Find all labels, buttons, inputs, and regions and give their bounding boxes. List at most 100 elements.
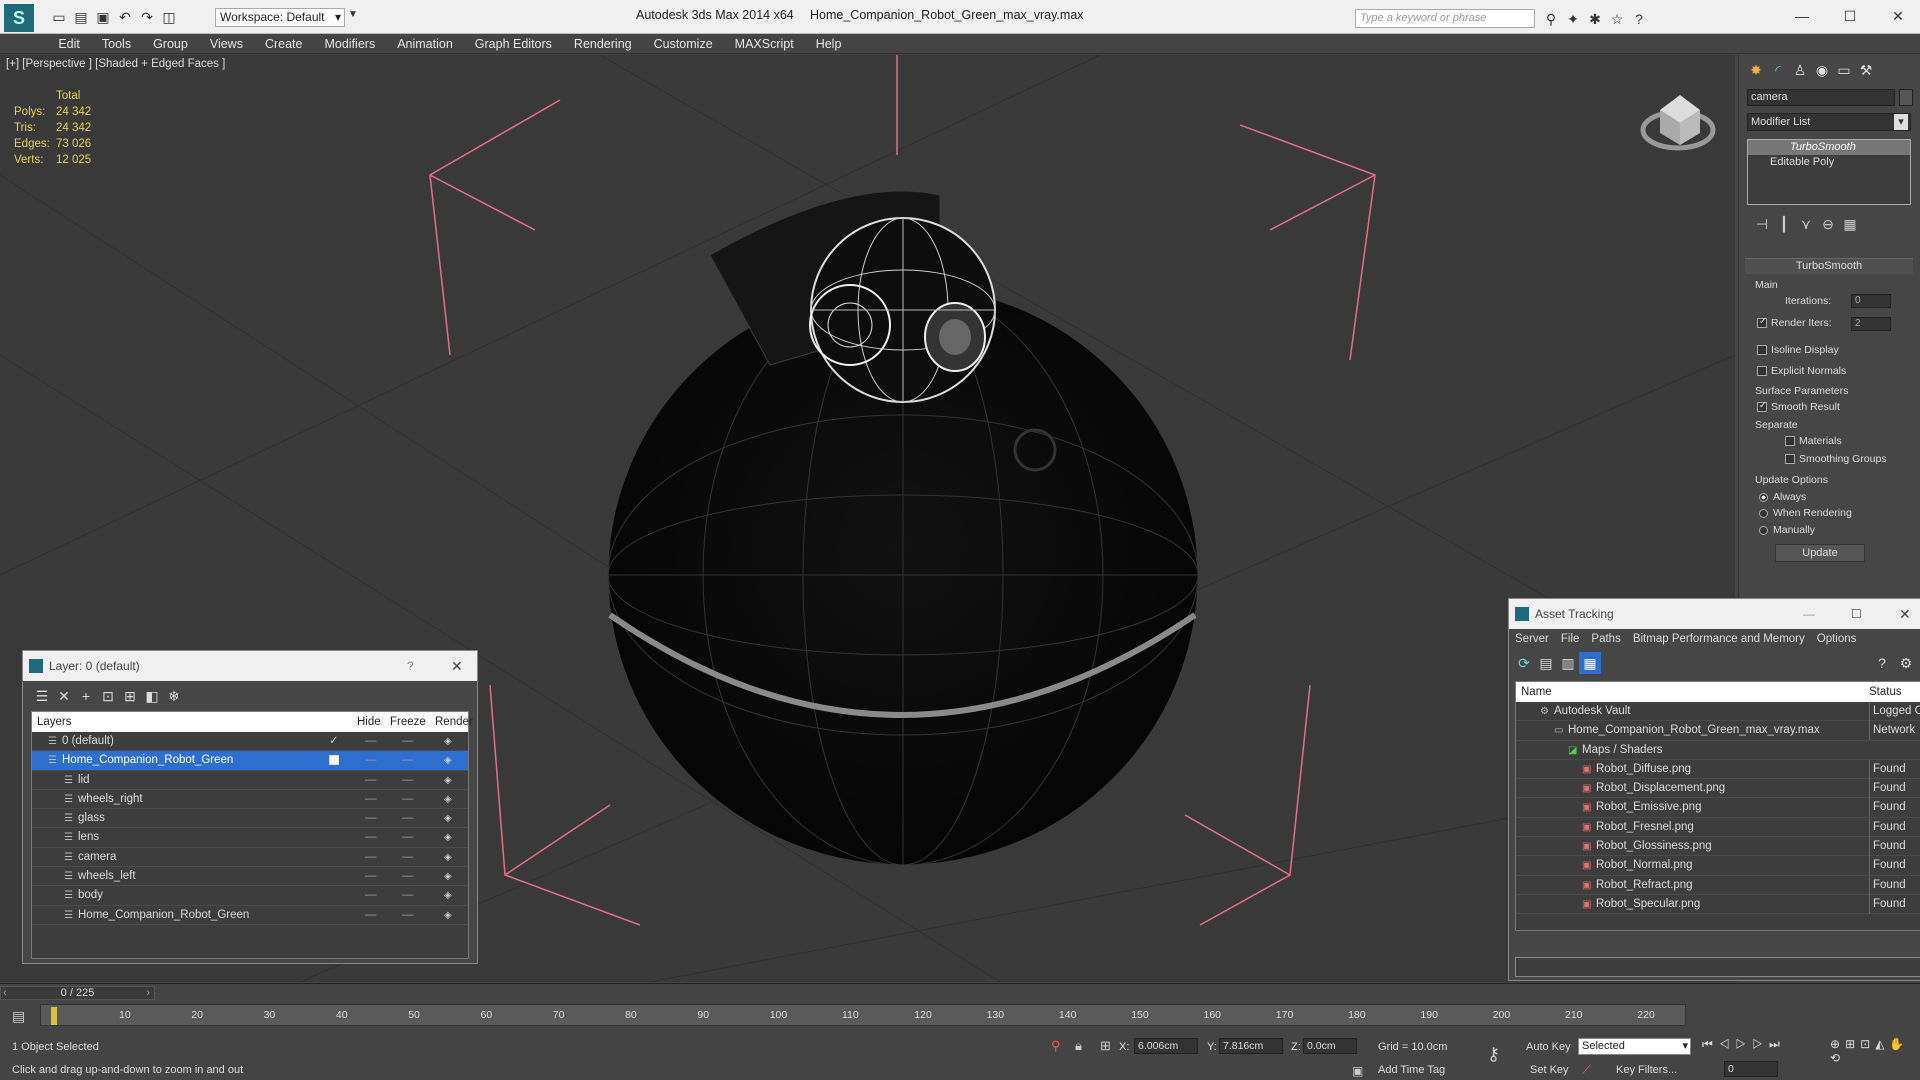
menu-customize[interactable]: Customize bbox=[643, 34, 724, 54]
hide-toggle[interactable]: — bbox=[365, 790, 377, 809]
freeze-toggle[interactable]: — bbox=[402, 771, 414, 790]
mini-listener-icon[interactable]: ▤ bbox=[12, 1008, 25, 1025]
make-unique-icon[interactable]: ⋎ bbox=[1795, 213, 1817, 235]
layer-checkbox[interactable] bbox=[329, 755, 339, 766]
layer-row[interactable]: ☰ glass — — ◈ bbox=[32, 809, 468, 829]
freeze-toggle[interactable]: — bbox=[402, 732, 414, 751]
iterations-spinner[interactable]: 0 bbox=[1851, 294, 1891, 308]
hide-toggle[interactable]: — bbox=[365, 886, 377, 905]
freeze-all-layers-icon[interactable]: ❄ bbox=[163, 685, 185, 707]
explicit-normals-checkbox[interactable] bbox=[1757, 366, 1767, 377]
remove-modifier-icon[interactable]: ⊖ bbox=[1817, 213, 1839, 235]
asset-menu-bitmap[interactable]: Bitmap Performance and Memory bbox=[1633, 633, 1805, 645]
close-icon[interactable]: ✕ bbox=[1899, 599, 1911, 629]
smooth-result-checkbox[interactable] bbox=[1757, 402, 1767, 413]
always-radio[interactable] bbox=[1759, 492, 1768, 502]
asset-row[interactable]: ▣ Robot_Diffuse.png Found bbox=[1516, 759, 1920, 780]
table-view-icon[interactable]: ▦ bbox=[1579, 652, 1601, 674]
refresh-icon[interactable]: ⟳ bbox=[1513, 652, 1535, 674]
render-teapot-icon[interactable]: ◈ bbox=[444, 790, 452, 809]
asset-row[interactable]: ▣ Robot_Displacement.png Found bbox=[1516, 779, 1920, 799]
hide-toggle[interactable]: — bbox=[365, 809, 377, 828]
previous-frame-icon[interactable]: ◁ bbox=[1719, 1037, 1736, 1051]
menu-edit[interactable]: Edit bbox=[47, 34, 91, 54]
asset-dialog-titlebar[interactable]: Asset Tracking — ☐ ✕ bbox=[1509, 599, 1920, 629]
hide-toggle[interactable]: — bbox=[365, 732, 377, 751]
menu-tools[interactable]: Tools bbox=[91, 34, 142, 54]
asset-row[interactable]: ▣ Robot_Fresnel.png Found bbox=[1516, 817, 1920, 838]
col-layers[interactable]: Layers bbox=[37, 712, 72, 732]
maximize-icon[interactable]: ☐ bbox=[1851, 599, 1862, 629]
zoom-extents-icon[interactable]: ⊡ bbox=[1860, 1037, 1875, 1051]
key-filters-button[interactable]: Key Filters... bbox=[1616, 1064, 1677, 1076]
track-bar[interactable]: 10 20 30 40 50 60 70 80 90 100 110 120 130 140 150 160 1… bbox=[40, 1004, 1686, 1026]
viewport-label[interactable]: [+] [Perspective ] [Shaded + Edged Faces… bbox=[6, 58, 225, 70]
highlight-layer-icon[interactable]: ⊞ bbox=[119, 685, 141, 707]
delete-layer-icon[interactable]: ✕ bbox=[53, 685, 75, 707]
hide-toggle[interactable]: — bbox=[365, 828, 377, 847]
details-view-icon[interactable]: ▥ bbox=[1557, 652, 1579, 674]
hide-all-layers-icon[interactable]: ◧ bbox=[141, 685, 163, 707]
freeze-toggle[interactable]: — bbox=[402, 886, 414, 905]
update-button[interactable]: Update bbox=[1775, 544, 1865, 562]
menu-animation[interactable]: Animation bbox=[386, 34, 464, 54]
x-coordinate-field[interactable]: 6.006cm bbox=[1134, 1038, 1198, 1054]
render-teapot-icon[interactable]: ◈ bbox=[444, 828, 452, 847]
create-tab-icon[interactable]: ✸ bbox=[1745, 59, 1767, 81]
render-teapot-icon[interactable]: ◈ bbox=[444, 809, 452, 828]
minimize-icon[interactable]: — bbox=[1790, 6, 1814, 26]
render-teapot-icon[interactable]: ◈ bbox=[444, 732, 452, 751]
asset-menu-paths[interactable]: Paths bbox=[1591, 633, 1620, 645]
y-coordinate-field[interactable]: 7.816cm bbox=[1219, 1038, 1283, 1054]
layer-row[interactable]: ☰ Home_Companion_Robot_Green — — ◈ bbox=[32, 751, 468, 771]
binoculars-icon[interactable]: ⚲ bbox=[1540, 8, 1562, 30]
col-freeze[interactable]: Freeze bbox=[390, 712, 426, 732]
stack-item-turbosmooth[interactable]: TurboSmooth bbox=[1748, 140, 1910, 155]
asset-path-field[interactable] bbox=[1515, 957, 1920, 977]
new-file-icon[interactable]: ▭ bbox=[48, 6, 70, 28]
menu-rendering[interactable]: Rendering bbox=[563, 34, 643, 54]
minimize-icon[interactable]: — bbox=[1803, 599, 1815, 629]
context-help-icon[interactable]: ⚙ bbox=[1895, 652, 1917, 674]
freeze-toggle[interactable]: — bbox=[402, 828, 414, 847]
layer-dialog-titlebar[interactable]: Layer: 0 (default) ? ✕ bbox=[23, 651, 477, 681]
freeze-toggle[interactable]: — bbox=[402, 790, 414, 809]
freeze-toggle[interactable]: — bbox=[402, 751, 414, 770]
save-icon[interactable]: ▣ bbox=[92, 6, 114, 28]
communication-icon[interactable]: ✱ bbox=[1584, 8, 1606, 30]
smoothing-groups-checkbox[interactable] bbox=[1785, 454, 1795, 465]
asset-menu-server[interactable]: Server bbox=[1515, 633, 1549, 645]
viewcube[interactable] bbox=[1640, 95, 1716, 151]
motion-tab-icon[interactable]: ◉ bbox=[1811, 59, 1833, 81]
redo-icon[interactable]: ↷ bbox=[136, 6, 158, 28]
show-end-result-icon[interactable]: ┃ bbox=[1773, 213, 1795, 235]
object-color-swatch[interactable] bbox=[1899, 89, 1913, 106]
asset-row[interactable]: ◪ Maps / Shaders bbox=[1516, 741, 1920, 760]
rollout-title[interactable]: TurboSmooth bbox=[1745, 259, 1913, 274]
col-name[interactable]: Name bbox=[1521, 682, 1552, 702]
layer-row[interactable]: ☰ wheels_right — — ◈ bbox=[32, 790, 468, 810]
help-icon[interactable]: ? bbox=[1871, 652, 1893, 674]
render-teapot-icon[interactable]: ◈ bbox=[444, 771, 452, 790]
display-tab-icon[interactable]: ▭ bbox=[1833, 59, 1855, 81]
layer-row[interactable]: ☰ camera — — ◈ bbox=[32, 848, 468, 868]
selected-set-dropdown[interactable]: Selected ▾ bbox=[1578, 1038, 1691, 1055]
materials-checkbox[interactable] bbox=[1785, 436, 1795, 447]
help-icon[interactable]: ? bbox=[1628, 8, 1650, 30]
hide-toggle[interactable]: — bbox=[365, 771, 377, 790]
key-icon[interactable]: ⚷ bbox=[1487, 1044, 1500, 1065]
pan-icon[interactable]: ✋ bbox=[1889, 1037, 1909, 1051]
menu-modifiers[interactable]: Modifiers bbox=[313, 34, 386, 54]
freeze-toggle[interactable]: — bbox=[402, 848, 414, 867]
create-layer-icon[interactable]: ☰ bbox=[31, 685, 53, 707]
asset-row[interactable]: ▣ Robot_Specular.png Found bbox=[1516, 894, 1920, 915]
menu-create[interactable]: Create bbox=[254, 34, 314, 54]
asset-row[interactable]: ▭ Home_Companion_Robot_Green_max_vray.max… bbox=[1516, 721, 1920, 741]
menu-help[interactable]: Help bbox=[805, 34, 853, 54]
menu-graph-editors[interactable]: Graph Editors bbox=[464, 34, 563, 54]
render-teapot-icon[interactable]: ◈ bbox=[444, 751, 452, 770]
asset-menu-options[interactable]: Options bbox=[1817, 633, 1857, 645]
open-file-icon[interactable]: ▤ bbox=[70, 6, 92, 28]
asset-row[interactable]: ⚙ Autodesk Vault Logged O bbox=[1516, 702, 1920, 722]
pin-stack-icon[interactable]: ⊣ bbox=[1751, 213, 1773, 235]
